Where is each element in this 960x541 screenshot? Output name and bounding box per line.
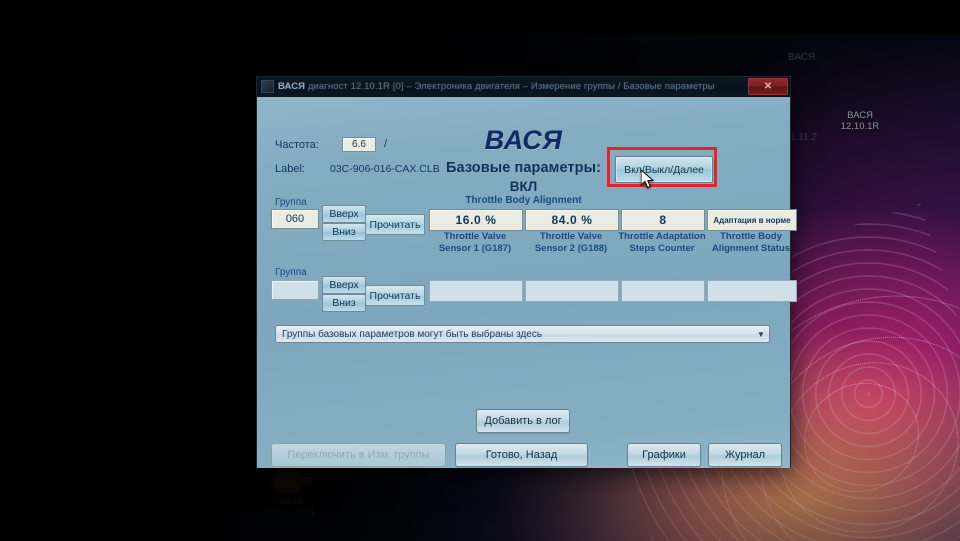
group-1-caption: Группа <box>275 197 307 208</box>
group-1-field-1-value[interactable]: 16.0 % <box>429 209 523 231</box>
desktop-icon-vasya-label-2: 12.10.1R <box>840 121 880 132</box>
window-title-rest: диагност 12.10.1R [0] – Электроника двиг… <box>305 81 715 92</box>
group-1-field-1-caption-line2: Sensor 1 (G187) <box>438 243 512 254</box>
basic-settings-group-select-value: Группы базовых параметров могут быть выб… <box>282 328 543 340</box>
window-titlebar[interactable]: ВАСЯ диагност 12.10.1R [0] – Электроника… <box>257 77 790 97</box>
window-client-area: Частота: 6.6 / Label: 03C-906-016-CAX.CL… <box>257 97 797 468</box>
window-title-app: ВАСЯ <box>278 81 306 92</box>
group-1-field-1-caption-line1: Throttle Valve <box>443 231 507 242</box>
done-back-button[interactable]: Готово, Назад <box>455 443 588 467</box>
group-1-field-3-value[interactable]: 8 <box>621 209 705 231</box>
group-1-field-2-caption-line1: Throttle Valve <box>539 231 603 242</box>
group-2-field-1-value[interactable] <box>429 280 523 302</box>
group-1-field-4-caption: Throttle Body Alignment Status <box>703 231 799 255</box>
group-1-field-2-caption: Throttle Valve Sensor 2 (G188) <box>525 231 617 255</box>
group-1-field-4-caption-line2: Alignment Status <box>711 243 791 254</box>
desktop-faint-version: 1.11.2 <box>790 132 818 143</box>
desktop-icon-tuneup-label-2: Utilities 2011 <box>261 507 315 518</box>
group-1-field-3-caption: Throttle Adaptation Steps Counter <box>613 231 711 255</box>
desktop-faint-label-vasya: ВАСЯ <box>788 52 816 63</box>
desktop-icon-tuneup-label-1: TuneUp <box>271 496 305 507</box>
group-1-read-button[interactable]: Прочитать <box>365 214 425 235</box>
close-icon[interactable]: ✕ <box>748 78 788 95</box>
group-1-field-4-caption-line1: Throttle Body <box>720 231 782 242</box>
group-2-caption: Группа <box>275 267 307 278</box>
group-2-field-2-value[interactable] <box>525 280 619 302</box>
group-1-field-3-caption-line1: Throttle Adaptation <box>618 231 706 242</box>
journal-button[interactable]: Журнал <box>708 443 782 467</box>
group-1-up-button[interactable]: Вверх <box>322 205 366 223</box>
desktop-icon-vasya-label-1: ВАСЯ <box>847 110 873 121</box>
group-2-read-button[interactable]: Прочитать <box>365 285 425 306</box>
chevron-down-icon[interactable]: ▼ <box>753 326 769 342</box>
charts-button[interactable]: Графики <box>627 443 701 467</box>
switch-to-measuring-groups-button[interactable]: Переключить в Изм. группы <box>271 443 446 467</box>
wallpaper-wave-4 <box>784 362 939 513</box>
desktop-icon-vasya[interactable]: ВАСЯ 12.10.1R <box>812 110 908 132</box>
group-2-up-button[interactable]: Вверх <box>322 276 366 294</box>
app-icon <box>261 80 274 93</box>
group-2-field-3-value[interactable] <box>621 280 705 302</box>
on-off-next-button[interactable]: Вкл/Выкл/Далее <box>615 156 713 183</box>
add-to-log-button[interactable]: Добавить в лог <box>476 409 570 433</box>
vasya-diagnostics-window: ВАСЯ диагност 12.10.1R [0] – Электроника… <box>256 76 797 468</box>
basic-settings-group-select[interactable]: Группы базовых параметров могут быть выб… <box>275 325 770 343</box>
group-1-down-button[interactable]: Вниз <box>322 223 366 241</box>
window-title: ВАСЯ диагност 12.10.1R [0] – Электроника… <box>278 81 744 92</box>
toggle-button-highlight: Вкл/Выкл/Далее <box>607 147 717 187</box>
group-1-field-1-caption: Throttle Valve Sensor 1 (G187) <box>429 231 521 255</box>
group-1-field-2-caption-line2: Sensor 2 (G188) <box>534 243 608 254</box>
group-1-field-3-caption-line2: Steps Counter <box>629 243 695 254</box>
desktop-icon-tuneup[interactable]: TuneUp Utilities 2011 <box>240 468 336 518</box>
group-1-field-4-value[interactable]: Адаптация в норме <box>707 209 797 231</box>
tuneup-icon <box>273 468 312 494</box>
group-2-down-button[interactable]: Вниз <box>322 294 366 312</box>
group-2-field-4-value[interactable] <box>707 280 797 302</box>
group-1-field-2-value[interactable]: 84.0 % <box>525 209 619 231</box>
group-1-number-field[interactable]: 060 <box>271 209 319 229</box>
group-2-number-field[interactable] <box>271 280 319 300</box>
